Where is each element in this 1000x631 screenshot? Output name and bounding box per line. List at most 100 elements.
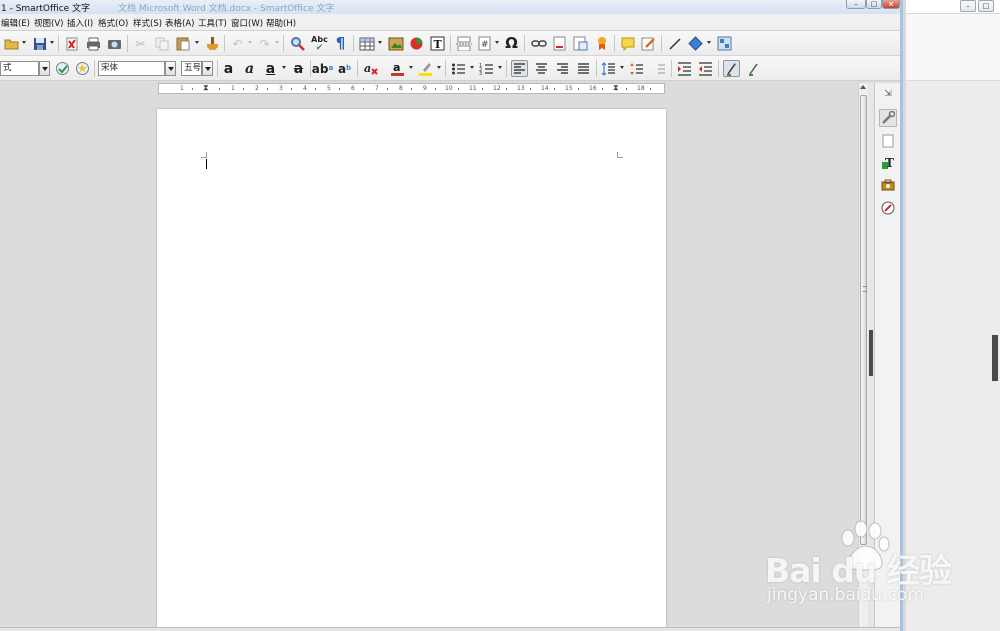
- sidebar-menu-icon[interactable]: ⇲: [879, 85, 897, 103]
- endnote-icon[interactable]: [572, 35, 589, 52]
- undo-icon[interactable]: ↶: [229, 35, 246, 52]
- new-style-icon[interactable]: [74, 60, 91, 77]
- page-break-icon[interactable]: [455, 35, 472, 52]
- align-right-button[interactable]: [554, 60, 571, 77]
- export-pdf-icon[interactable]: [63, 35, 80, 52]
- increase-paragraph-spacing-icon[interactable]: [628, 60, 645, 77]
- decrease-paragraph-spacing-icon[interactable]: [650, 60, 667, 77]
- minimize-button[interactable]: –: [846, 0, 866, 9]
- menu-tools[interactable]: 工具(T): [198, 17, 227, 29]
- align-center-button[interactable]: [533, 60, 550, 77]
- menu-edit[interactable]: 编辑(E): [1, 17, 30, 29]
- font-size-select[interactable]: 五号: [181, 61, 202, 76]
- font-name-dropdown-icon[interactable]: [165, 61, 176, 76]
- line-spacing-dropdown-icon[interactable]: [620, 66, 624, 69]
- paragraph-style-select[interactable]: 式: [0, 61, 39, 76]
- line-icon[interactable]: [666, 35, 683, 52]
- background-restore-button[interactable]: □: [978, 0, 994, 12]
- underline-dropdown-icon[interactable]: [282, 66, 286, 69]
- numbered-list-dropdown-icon[interactable]: [498, 66, 502, 69]
- font-color-icon[interactable]: a: [389, 60, 406, 77]
- save-dropdown-icon[interactable]: [50, 41, 54, 44]
- paragraph-icon[interactable]: [723, 60, 740, 77]
- field-dropdown-icon[interactable]: [495, 41, 499, 44]
- redo-dropdown-icon[interactable]: [275, 41, 279, 44]
- line-spacing-icon[interactable]: [600, 60, 617, 77]
- bullet-list-icon[interactable]: [450, 60, 467, 77]
- strikethrough-icon[interactable]: a: [290, 60, 307, 77]
- left-indent-marker[interactable]: ⧗: [203, 83, 209, 93]
- copy-icon[interactable]: [153, 35, 170, 52]
- character-icon[interactable]: [745, 60, 762, 77]
- special-character-icon[interactable]: Ω: [503, 35, 520, 52]
- cut-icon[interactable]: ✂: [132, 35, 149, 52]
- bullet-list-dropdown-icon[interactable]: [470, 66, 474, 69]
- chart-icon[interactable]: [408, 35, 425, 52]
- right-indent-marker[interactable]: ⧗: [613, 83, 619, 93]
- vertical-scrollbar[interactable]: [858, 83, 868, 631]
- formatting-marks-icon[interactable]: ¶: [332, 35, 349, 52]
- paste-dropdown-icon[interactable]: [195, 41, 199, 44]
- font-size-dropdown-icon[interactable]: [202, 61, 213, 76]
- bold-icon[interactable]: a: [220, 60, 237, 77]
- align-left-button[interactable]: [511, 60, 528, 77]
- spellcheck-icon[interactable]: Abc ✔: [311, 35, 328, 52]
- navigator-icon[interactable]: [879, 199, 897, 217]
- scroll-up-arrow-icon[interactable]: [860, 85, 866, 89]
- save-icon[interactable]: [31, 35, 48, 52]
- find-replace-icon[interactable]: [289, 35, 306, 52]
- table-icon[interactable]: [358, 35, 375, 52]
- redo-icon[interactable]: ↷: [256, 35, 273, 52]
- background-splitter-handle[interactable]: [992, 335, 998, 381]
- open-icon[interactable]: [3, 35, 20, 52]
- table-dropdown-icon[interactable]: [378, 41, 382, 44]
- numbered-list-icon[interactable]: 123: [478, 60, 495, 77]
- highlight-dropdown-icon[interactable]: [437, 66, 441, 69]
- menu-table[interactable]: 表格(A): [165, 17, 194, 29]
- menu-help[interactable]: 帮助(H): [266, 17, 296, 29]
- draw-functions-icon[interactable]: [716, 35, 733, 52]
- update-style-icon[interactable]: [54, 60, 71, 77]
- open-dropdown-icon[interactable]: [22, 41, 26, 44]
- field-icon[interactable]: #: [476, 35, 493, 52]
- menu-window[interactable]: 窗口(W): [231, 17, 263, 29]
- justify-button[interactable]: [575, 60, 592, 77]
- background-minimize-button[interactable]: –: [960, 0, 976, 12]
- splitter-handle[interactable]: [869, 330, 873, 376]
- paragraph-style-dropdown-icon[interactable]: [39, 61, 50, 76]
- comment-icon[interactable]: [619, 35, 636, 52]
- properties-icon[interactable]: [879, 109, 897, 127]
- paste-icon[interactable]: [174, 35, 191, 52]
- shapes-icon[interactable]: [687, 35, 704, 52]
- increase-indent-icon[interactable]: [676, 60, 693, 77]
- textbox-icon[interactable]: T: [429, 35, 446, 52]
- subscript-icon[interactable]: ab: [336, 60, 353, 77]
- styles-icon[interactable]: T: [879, 154, 897, 172]
- superscript-icon[interactable]: ab a: [312, 60, 333, 77]
- maximize-button[interactable]: □: [866, 0, 882, 9]
- image-icon[interactable]: [387, 35, 404, 52]
- highlight-icon[interactable]: [417, 60, 434, 77]
- menu-insert[interactable]: 插入(I): [67, 17, 93, 29]
- underline-icon[interactable]: a: [262, 60, 279, 77]
- shapes-dropdown-icon[interactable]: [707, 41, 711, 44]
- italic-icon[interactable]: a: [241, 60, 258, 77]
- gallery-icon[interactable]: [879, 176, 897, 194]
- print-preview-icon[interactable]: [106, 35, 123, 52]
- close-button[interactable]: ×: [882, 0, 900, 9]
- clone-formatting-icon[interactable]: [203, 35, 220, 52]
- scrollbar-thumb[interactable]: [860, 95, 867, 545]
- undo-dropdown-icon[interactable]: [248, 41, 252, 44]
- menu-view[interactable]: 视图(V): [34, 17, 63, 29]
- document-page[interactable]: [157, 109, 666, 631]
- decrease-indent-icon[interactable]: [697, 60, 714, 77]
- hyperlink-icon[interactable]: [530, 35, 547, 52]
- track-changes-icon[interactable]: [640, 35, 657, 52]
- horizontal-ruler[interactable]: 1 ⧗ 1 2 3 4 5 6 7 8 9 10 11 12 13 14 15 …: [158, 83, 665, 94]
- font-color-dropdown-icon[interactable]: [409, 66, 413, 69]
- font-name-select[interactable]: 宋体: [98, 61, 165, 76]
- clear-formatting-icon[interactable]: a: [362, 60, 379, 77]
- print-icon[interactable]: [85, 35, 102, 52]
- page-icon[interactable]: [879, 132, 897, 150]
- menu-styles[interactable]: 样式(S): [133, 17, 162, 29]
